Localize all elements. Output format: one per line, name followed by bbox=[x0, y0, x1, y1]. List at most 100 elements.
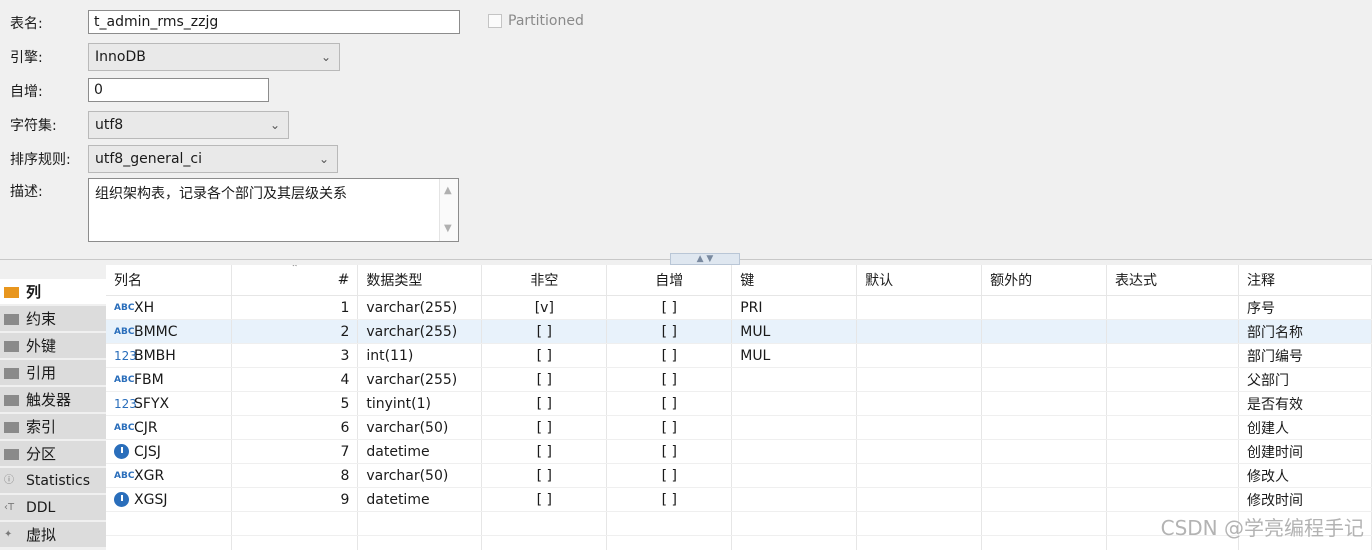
tab-constraints[interactable]: 约束 bbox=[0, 306, 106, 332]
cell-comment[interactable]: 是否有效 bbox=[1238, 391, 1372, 416]
table-row[interactable]: 123BMBH 3 int(11)[ ][ ] MUL 部门编号 bbox=[106, 343, 1372, 368]
cell-expression[interactable] bbox=[1106, 295, 1239, 320]
table-row[interactable]: ABCCJR 6 varchar(50)[ ][ ] 创建人 bbox=[106, 415, 1372, 440]
cell-default[interactable] bbox=[856, 295, 983, 320]
description-textarea[interactable]: 组织架构表，记录各个部门及其层级关系 ▲ ▼ bbox=[88, 178, 459, 242]
cell-expression[interactable] bbox=[1106, 367, 1239, 392]
cell-comment[interactable]: 部门编号 bbox=[1238, 343, 1372, 368]
cell-column-name[interactable]: 123BMBH bbox=[106, 343, 233, 368]
tab-virtual[interactable]: ✦ 虚拟 bbox=[0, 522, 106, 548]
cell-default[interactable] bbox=[856, 487, 983, 512]
cell-column-name[interactable]: XGSJ bbox=[106, 487, 233, 512]
cell-not-null[interactable]: [ ] bbox=[481, 415, 608, 440]
header-comment[interactable]: 注释 bbox=[1238, 265, 1372, 296]
cell-auto-increment[interactable]: [ ] bbox=[606, 343, 733, 368]
tab-references[interactable]: 引用 bbox=[0, 360, 106, 386]
charset-select[interactable]: utf8 ⌄ bbox=[88, 111, 289, 139]
cell-default[interactable] bbox=[856, 415, 983, 440]
cell-extra[interactable] bbox=[981, 415, 1108, 440]
table-row[interactable]: ABCXGR 8 varchar(50)[ ][ ] 修改人 bbox=[106, 463, 1372, 488]
cell-auto-increment[interactable]: [ ] bbox=[606, 415, 733, 440]
cell-column-name[interactable]: CJSJ bbox=[106, 439, 233, 464]
cell-data-type[interactable]: varchar(255) bbox=[357, 367, 483, 392]
cell-extra[interactable] bbox=[981, 343, 1108, 368]
splitter-handle[interactable]: ▲ ▼ bbox=[670, 253, 740, 265]
cell-extra[interactable] bbox=[981, 319, 1108, 344]
table-row[interactable]: XGSJ 9 datetime[ ][ ] 修改时间 bbox=[106, 487, 1372, 512]
table-row[interactable]: ABCFBM 4 varchar(255)[ ][ ] 父部门 bbox=[106, 367, 1372, 392]
cell-extra[interactable] bbox=[981, 367, 1108, 392]
cell-data-type[interactable]: varchar(255) bbox=[357, 295, 483, 320]
cell-column-name[interactable]: 123SFYX bbox=[106, 391, 233, 416]
cell-auto-increment[interactable]: [ ] bbox=[606, 391, 733, 416]
cell-column-name[interactable]: ABCXGR bbox=[106, 463, 233, 488]
cell-column-name[interactable]: ABCCJR bbox=[106, 415, 233, 440]
cell-data-type[interactable]: datetime bbox=[357, 487, 483, 512]
header-number[interactable]: ⌃ # bbox=[231, 265, 359, 296]
table-row[interactable]: ABCXH 1 varchar(255) [v][ ] PRI 序号 bbox=[106, 295, 1372, 320]
cell-data-type[interactable]: datetime bbox=[357, 439, 483, 464]
cell-auto-increment[interactable]: [ ] bbox=[606, 319, 733, 344]
cell-not-null[interactable]: [v] bbox=[481, 295, 608, 320]
tab-indexes[interactable]: 索引 bbox=[0, 414, 106, 440]
table-row[interactable]: 123SFYX 5 tinyint(1)[ ][ ] 是否有效 bbox=[106, 391, 1372, 416]
cell-default[interactable] bbox=[856, 391, 983, 416]
cell-data-type[interactable]: tinyint(1) bbox=[357, 391, 483, 416]
cell-column-name[interactable]: ABCFBM bbox=[106, 367, 233, 392]
cell-comment[interactable]: 父部门 bbox=[1238, 367, 1372, 392]
cell-default[interactable] bbox=[856, 463, 983, 488]
cell-expression[interactable] bbox=[1106, 391, 1239, 416]
cell-auto-increment[interactable]: [ ] bbox=[606, 487, 733, 512]
cell-expression[interactable] bbox=[1106, 463, 1239, 488]
cell-auto-increment[interactable]: [ ] bbox=[606, 463, 733, 488]
cell-expression[interactable] bbox=[1106, 487, 1239, 512]
auto-inc-input[interactable]: 0 bbox=[88, 78, 269, 102]
cell-not-null[interactable]: [ ] bbox=[481, 487, 608, 512]
table-row[interactable]: CJSJ 7 datetime[ ][ ] 创建时间 bbox=[106, 439, 1372, 464]
cell-auto-increment[interactable]: [ ] bbox=[606, 367, 733, 392]
cell-data-type[interactable]: varchar(50) bbox=[357, 415, 483, 440]
cell-auto-increment[interactable]: [ ] bbox=[606, 439, 733, 464]
tab-ddl[interactable]: ‹T DDL bbox=[0, 495, 106, 521]
cell-not-null[interactable]: [ ] bbox=[481, 463, 608, 488]
cell-default[interactable] bbox=[856, 343, 983, 368]
columns-grid[interactable]: 列名 ⌃ # 数据类型 非空 自增 键 默认 额外的 表达式 注释 ABCXH 1… bbox=[106, 265, 1372, 550]
cell-comment[interactable]: 创建时间 bbox=[1238, 439, 1372, 464]
cell-comment[interactable]: 修改时间 bbox=[1238, 487, 1372, 512]
cell-extra[interactable] bbox=[981, 295, 1108, 320]
header-key[interactable]: 键 bbox=[731, 265, 858, 296]
cell-default[interactable] bbox=[856, 439, 983, 464]
cell-data-type[interactable]: varchar(50) bbox=[357, 463, 483, 488]
cell-column-name[interactable]: ABCXH bbox=[106, 295, 233, 320]
cell-extra[interactable] bbox=[981, 391, 1108, 416]
cell-not-null[interactable]: [ ] bbox=[481, 367, 608, 392]
cell-extra[interactable] bbox=[981, 463, 1108, 488]
cell-default[interactable] bbox=[856, 319, 983, 344]
table-name-input[interactable]: t_admin_rms_zzjg bbox=[88, 10, 460, 34]
header-not-null[interactable]: 非空 bbox=[481, 265, 608, 296]
cell-comment[interactable]: 部门名称 bbox=[1238, 319, 1372, 344]
cell-data-type[interactable]: int(11) bbox=[357, 343, 483, 368]
description-scrollbar[interactable]: ▲ ▼ bbox=[439, 179, 458, 241]
table-row[interactable]: ABCBMMC 2 varchar(255)[ ][ ] MUL 部门名称 bbox=[106, 319, 1372, 344]
engine-select[interactable]: InnoDB ⌄ bbox=[88, 43, 340, 71]
cell-not-null[interactable]: [ ] bbox=[481, 343, 608, 368]
header-data-type[interactable]: 数据类型 bbox=[357, 265, 483, 296]
tab-foreign-keys[interactable]: 外键 bbox=[0, 333, 106, 359]
cell-default[interactable] bbox=[856, 367, 983, 392]
cell-data-type[interactable]: varchar(255) bbox=[357, 319, 483, 344]
tab-partitions[interactable]: 分区 bbox=[0, 441, 106, 467]
header-expression[interactable]: 表达式 bbox=[1106, 265, 1239, 296]
cell-comment[interactable]: 序号 bbox=[1238, 295, 1372, 320]
cell-auto-increment[interactable]: [ ] bbox=[606, 295, 733, 320]
cell-extra[interactable] bbox=[981, 487, 1108, 512]
cell-expression[interactable] bbox=[1106, 319, 1239, 344]
cell-comment[interactable]: 修改人 bbox=[1238, 463, 1372, 488]
cell-expression[interactable] bbox=[1106, 439, 1239, 464]
partitioned-checkbox[interactable] bbox=[488, 14, 502, 28]
header-default[interactable]: 默认 bbox=[856, 265, 983, 296]
tab-triggers[interactable]: 触发器 bbox=[0, 387, 106, 413]
scroll-up-icon[interactable]: ▲ bbox=[444, 185, 452, 196]
scroll-down-icon[interactable]: ▼ bbox=[444, 223, 452, 234]
cell-extra[interactable] bbox=[981, 439, 1108, 464]
